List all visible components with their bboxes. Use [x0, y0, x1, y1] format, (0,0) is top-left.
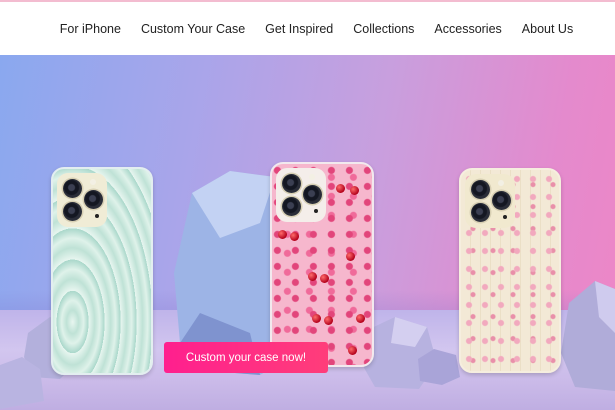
camera-lens-icon: [84, 190, 103, 209]
nav-link-get-inspired[interactable]: Get Inspired: [265, 22, 333, 36]
camera-lens-icon: [282, 174, 301, 193]
cherry-icon: [320, 274, 329, 283]
camera-lens-icon: [63, 202, 82, 221]
flash-icon: [498, 180, 504, 186]
cherry-icon: [308, 272, 317, 281]
camera-lens-icon: [282, 197, 301, 216]
mic-dot-icon: [95, 214, 99, 218]
phone-case-pink-cherry[interactable]: [270, 162, 374, 367]
cherry-icon: [324, 316, 333, 325]
rock-right-mid: [418, 349, 460, 385]
flash-icon: [90, 179, 96, 185]
phone-case-cream-floral[interactable]: [459, 168, 561, 373]
nav-link-collections[interactable]: Collections: [353, 22, 414, 36]
camera-lens-icon: [471, 203, 490, 222]
cherry-icon: [290, 232, 299, 241]
cherry-icon: [312, 314, 321, 323]
phone-case-teal-marble[interactable]: [51, 167, 153, 375]
camera-module: [465, 174, 515, 228]
cherry-icon: [346, 252, 355, 261]
rock-bottom-left: [0, 357, 44, 409]
cherry-icon: [356, 314, 365, 323]
cherry-icon: [278, 230, 287, 239]
camera-module: [276, 168, 326, 222]
camera-lens-icon: [63, 179, 82, 198]
nav-link-accessories[interactable]: Accessories: [434, 22, 501, 36]
mic-dot-icon: [503, 215, 507, 219]
camera-lens-icon: [492, 191, 511, 210]
nav-link-for-iphone[interactable]: For iPhone: [60, 22, 121, 36]
camera-lens-icon: [471, 180, 490, 199]
flash-icon: [309, 174, 315, 180]
camera-module: [57, 173, 107, 227]
mic-dot-icon: [314, 209, 318, 213]
cherry-icon: [348, 346, 357, 355]
cherry-icon: [336, 184, 345, 193]
nav-link-about-us[interactable]: About Us: [522, 22, 573, 36]
nav-link-custom-your-case[interactable]: Custom Your Case: [141, 22, 245, 36]
rock-right-large: [561, 281, 615, 391]
cherry-icon: [350, 186, 359, 195]
camera-lens-icon: [303, 185, 322, 204]
nav-menu: For iPhone Custom Your Case Get Inspired…: [50, 22, 583, 36]
custom-case-cta-button[interactable]: Custom your case now!: [164, 342, 328, 373]
main-navbar: For iPhone Custom Your Case Get Inspired…: [0, 2, 615, 55]
